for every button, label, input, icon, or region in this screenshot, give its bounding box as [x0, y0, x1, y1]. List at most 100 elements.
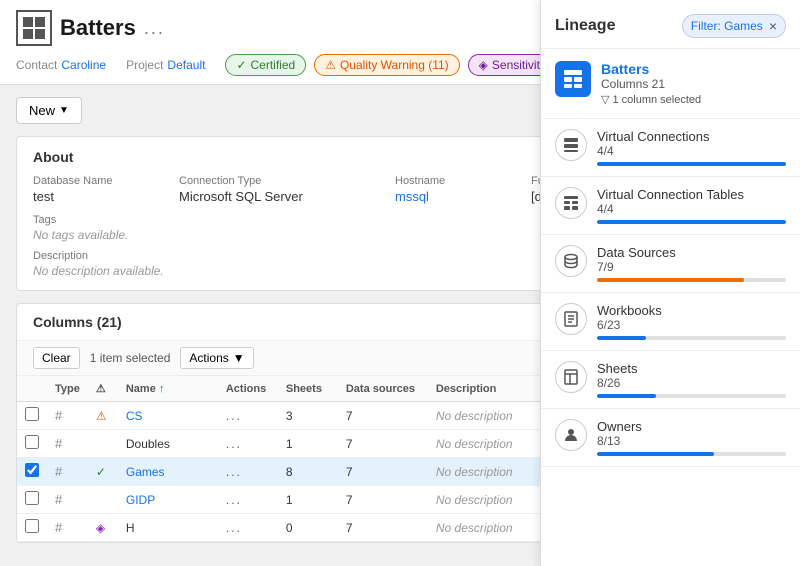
row-warning-icon: ⚠ [96, 409, 107, 423]
lineage-item-info-sheets: Sheets 8/26 [597, 361, 786, 398]
type-hash-icon: # [55, 408, 62, 423]
lineage-item-owners[interactable]: Owners 8/13 [541, 409, 800, 467]
lineage-item-data-sources[interactable]: Data Sources 7/9 [541, 235, 800, 293]
project-value[interactable]: Default [167, 58, 205, 72]
type-col-header: Type [47, 376, 88, 402]
lineage-item-count-data-sources: 7/9 [597, 260, 786, 274]
actions-label: Actions [189, 351, 228, 365]
warning-col-header: ⚠ [88, 376, 118, 402]
lineage-main-name: Batters [601, 61, 786, 77]
certified-badge-label: Certified [251, 58, 296, 72]
lineage-item-info-virtual-connection-tables: Virtual Connection Tables 4/4 [597, 187, 786, 224]
row-actions-cell: ... [218, 486, 278, 514]
column-name-link[interactable]: Games [126, 465, 165, 479]
lineage-item-sheets[interactable]: Sheets 8/26 [541, 351, 800, 409]
lineage-progress-bar-virtual-connection-tables [597, 220, 786, 224]
row-name-cell: Doubles [118, 430, 218, 458]
new-button-arrow-icon: ▼ [59, 105, 69, 116]
type-hash-icon: # [55, 436, 62, 451]
hostname-field: Hostname mssql [395, 175, 515, 204]
row-name-cell: Games [118, 458, 218, 486]
row-checkbox-cell [17, 430, 47, 458]
type-hash-icon: # [55, 520, 62, 535]
row-checkbox[interactable] [25, 435, 39, 449]
main-container: Batters ... Contact Caroline Project Def… [0, 0, 800, 566]
row-checkbox[interactable] [25, 407, 39, 421]
name-col-header[interactable]: Name [118, 376, 218, 402]
lineage-item-info-data-sources: Data Sources 7/9 [597, 245, 786, 282]
lineage-item-count-owners: 8/13 [597, 434, 786, 448]
lineage-item-workbooks[interactable]: Workbooks 6/23 [541, 293, 800, 351]
row-actions-cell: ... [218, 402, 278, 430]
row-checkbox[interactable] [25, 519, 39, 533]
connection-type-field: Connection Type Microsoft SQL Server [179, 175, 379, 204]
row-actions-button[interactable]: ... [226, 465, 242, 479]
row-actions-button[interactable]: ... [226, 409, 242, 423]
row-sheets-cell: 1 [278, 486, 338, 514]
warning-header-icon: ⚠ [96, 383, 106, 395]
row-checkbox-cell [17, 402, 47, 430]
database-name-value: test [33, 189, 163, 204]
lineage-main-info: Batters Columns 21 ▽ 1 column selected [601, 61, 786, 106]
lineage-item-count-virtual-connections: 4/4 [597, 144, 786, 158]
row-datasources-cell: 7 [338, 402, 428, 430]
contact-meta: Contact Caroline [16, 58, 106, 72]
column-name-link: H [126, 521, 135, 535]
clear-button[interactable]: Clear [33, 347, 80, 369]
row-quality-icon: ✓ [96, 465, 106, 479]
column-name-link[interactable]: GIDP [126, 493, 155, 507]
row-description-text: No description [436, 493, 513, 507]
actions-button[interactable]: Actions ▼ [180, 347, 253, 369]
row-checkbox[interactable] [25, 463, 39, 477]
lineage-item-info-owners: Owners 8/13 [597, 419, 786, 456]
certified-badge[interactable]: ✓ Certified [225, 54, 306, 76]
row-checkbox[interactable] [25, 491, 39, 505]
row-checkbox-cell [17, 486, 47, 514]
lineage-item-name-sheets: Sheets [597, 361, 786, 376]
progress-fill-virtual-connections [597, 162, 786, 166]
progress-fill-owners [597, 452, 714, 456]
lineage-panel: Lineage Filter: Games × Batters Columns … [540, 0, 800, 566]
lineage-item-icon-virtual-connections [555, 129, 587, 161]
lineage-filter-info: 1 column selected [612, 94, 701, 106]
lineage-item-info-workbooks: Workbooks 6/23 [597, 303, 786, 340]
lineage-item-virtual-connection-tables[interactable]: Virtual Connection Tables 4/4 [541, 177, 800, 235]
lineage-item-icon-virtual-connection-tables [555, 187, 587, 219]
lineage-item-icon-data-sources [555, 245, 587, 277]
lineage-filter-tag[interactable]: Filter: Games × [682, 14, 786, 38]
lineage-item-name-virtual-connections: Virtual Connections [597, 129, 786, 144]
lineage-item-icon-workbooks [555, 303, 587, 335]
lineage-item-count-sheets: 8/26 [597, 376, 786, 390]
new-button-label: New [29, 103, 55, 118]
lineage-main-item[interactable]: Batters Columns 21 ▽ 1 column selected [541, 49, 800, 119]
page-title: Batters [60, 15, 136, 41]
row-type-cell: # [47, 486, 88, 514]
more-options-button[interactable]: ... [144, 18, 165, 39]
filter-close-icon[interactable]: × [769, 18, 777, 34]
row-type-cell: # [47, 430, 88, 458]
table-icon [16, 10, 52, 46]
row-actions-button[interactable]: ... [226, 493, 242, 507]
type-hash-icon: # [55, 464, 62, 479]
row-actions-cell: ... [218, 458, 278, 486]
row-sheets-cell: 1 [278, 430, 338, 458]
row-description-text: No description [436, 465, 513, 479]
lineage-item-virtual-connections[interactable]: Virtual Connections 4/4 [541, 119, 800, 177]
checkbox-col-header [17, 376, 47, 402]
lineage-item-count-workbooks: 6/23 [597, 318, 786, 332]
lineage-item-name-owners: Owners [597, 419, 786, 434]
row-name-cell: CS [118, 402, 218, 430]
quality-warning-badge[interactable]: ⚠ Quality Warning (11) [314, 54, 459, 76]
lineage-item-name-virtual-connection-tables: Virtual Connection Tables [597, 187, 786, 202]
row-datasources-cell: 7 [338, 486, 428, 514]
contact-value[interactable]: Caroline [61, 58, 106, 72]
filter-label: Filter: Games [691, 19, 763, 33]
lineage-progress-bar-owners [597, 452, 786, 456]
project-label: Project [126, 58, 163, 72]
progress-fill-workbooks [597, 336, 646, 340]
row-actions-button[interactable]: ... [226, 437, 242, 451]
hostname-value[interactable]: mssql [395, 189, 515, 204]
new-button[interactable]: New ▼ [16, 97, 82, 124]
row-actions-button[interactable]: ... [226, 521, 242, 535]
column-name-link[interactable]: CS [126, 409, 143, 423]
